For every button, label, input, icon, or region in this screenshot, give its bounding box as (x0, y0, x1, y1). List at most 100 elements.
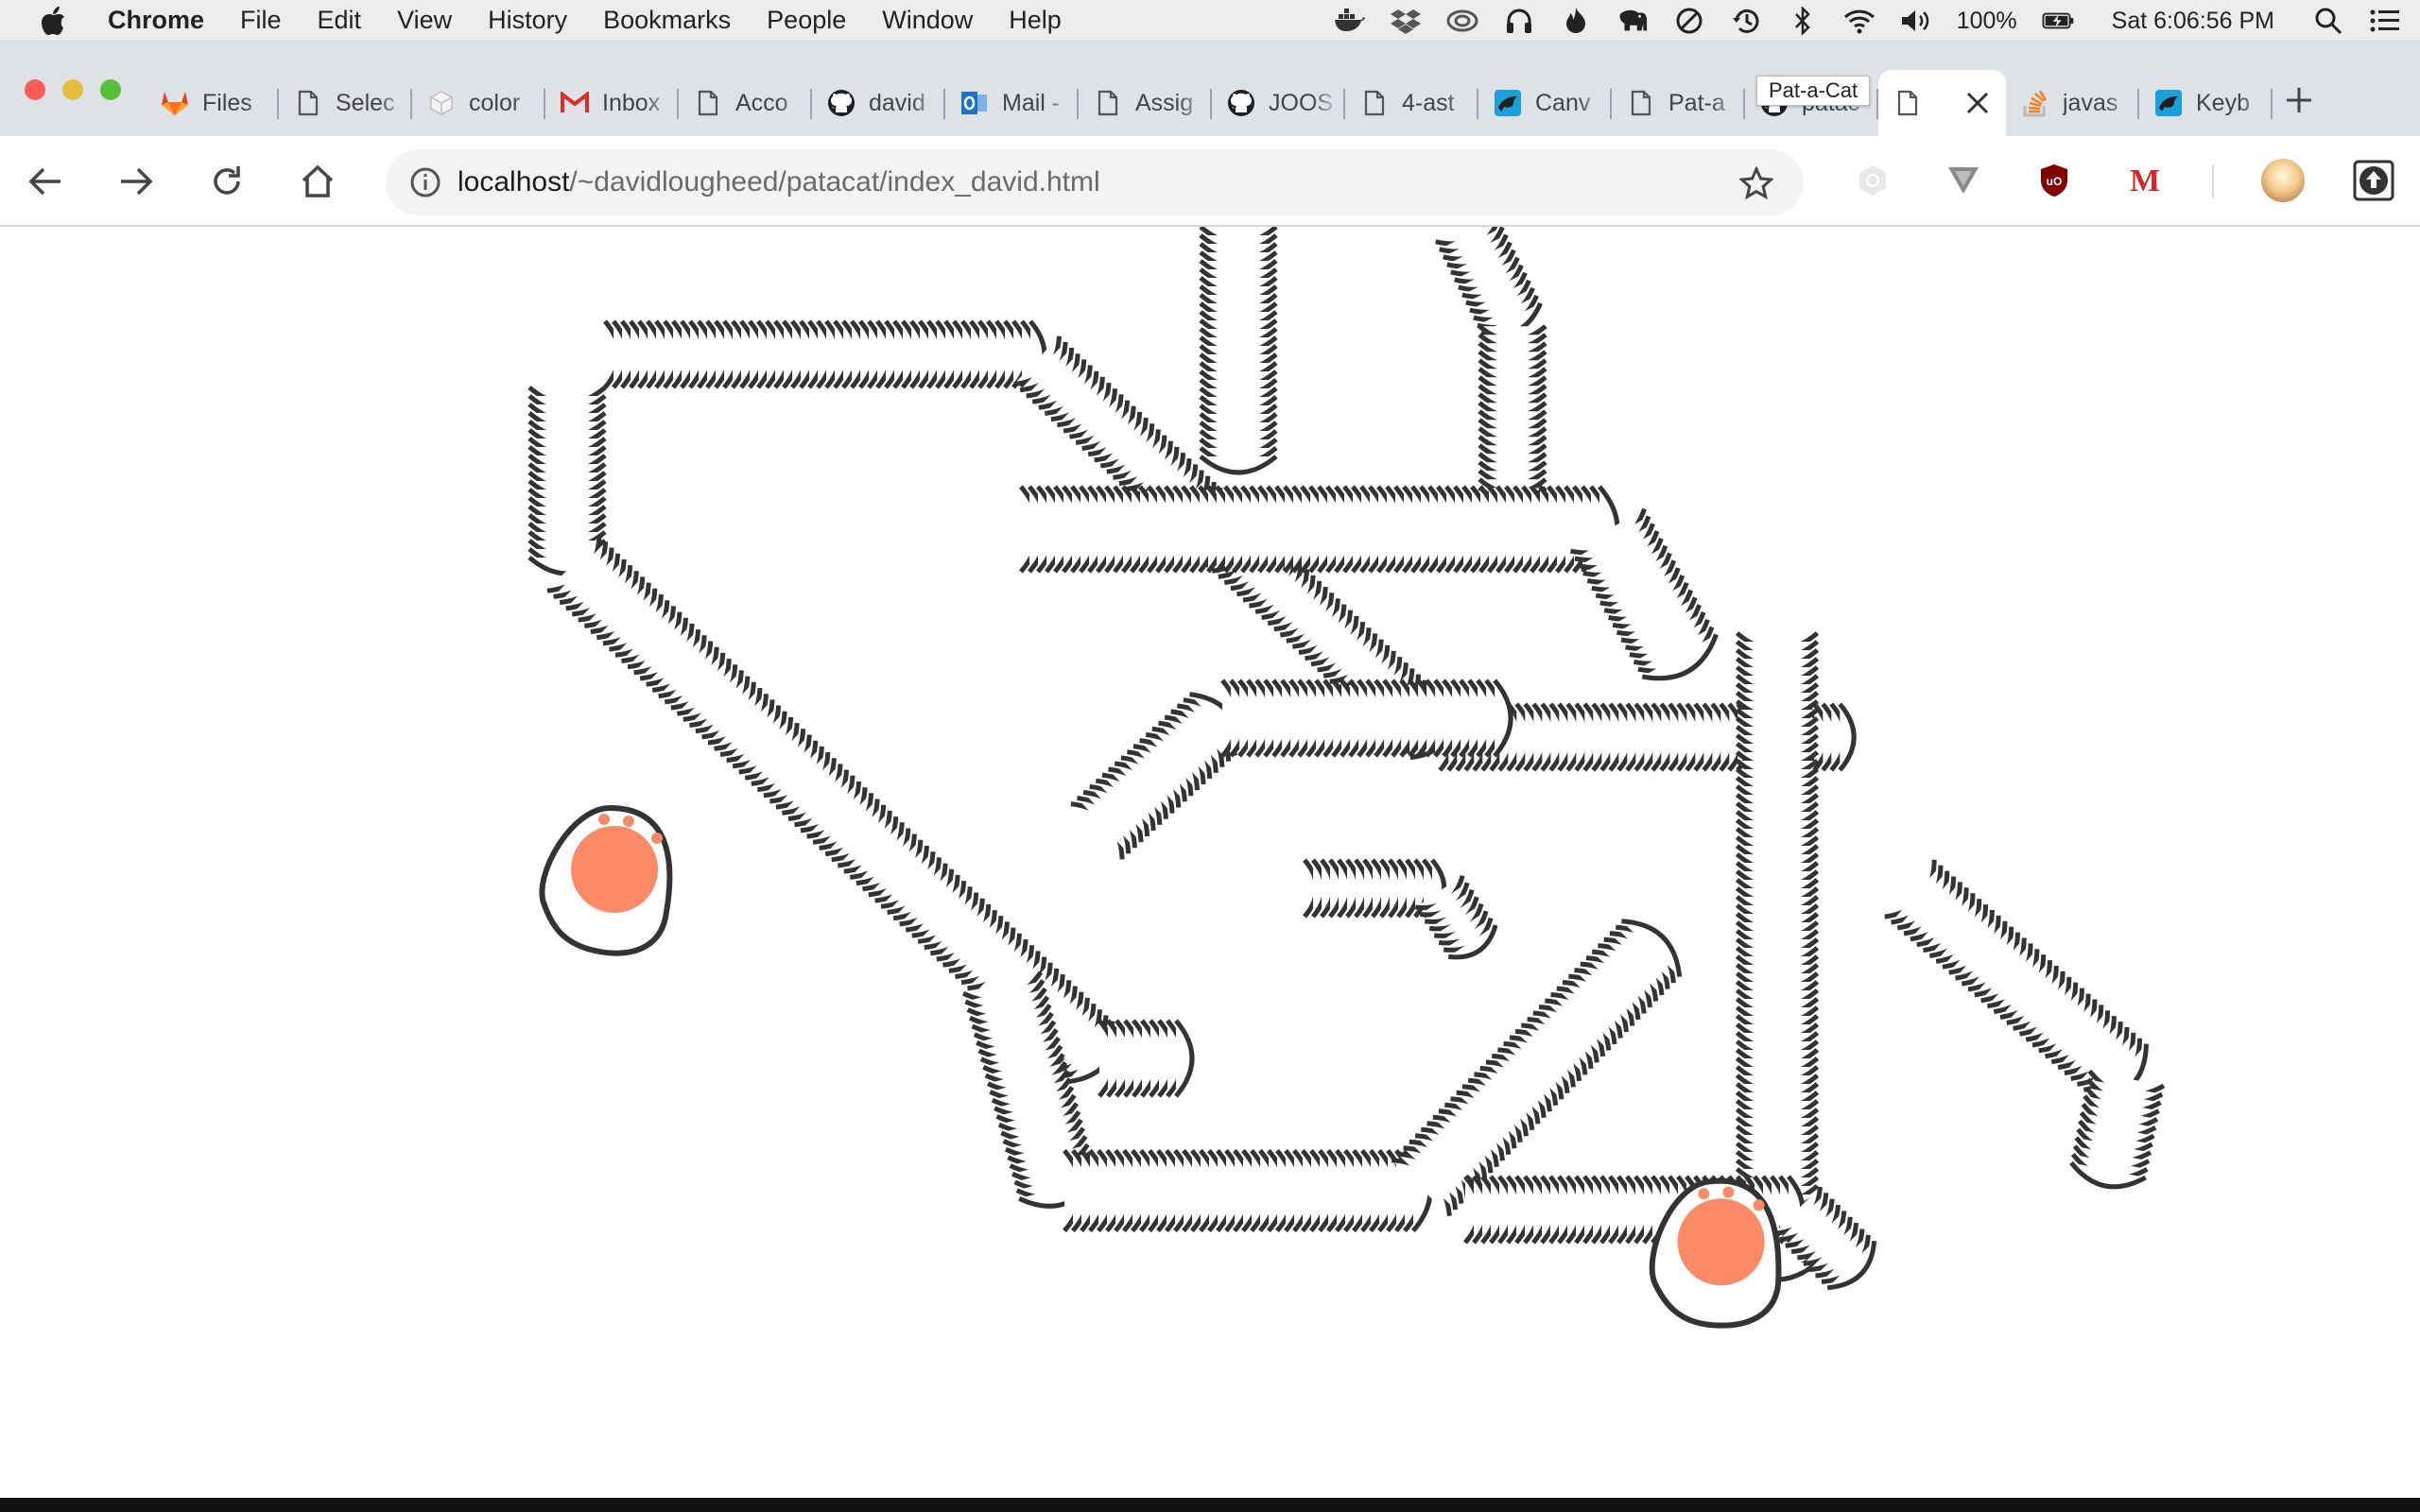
tab-active-pat-a-cat[interactable] (1878, 70, 2006, 136)
docker-icon[interactable] (1333, 7, 1365, 35)
paw-toe (651, 833, 663, 844)
outlook-icon (960, 89, 989, 117)
extension-hex-icon[interactable] (1849, 157, 1896, 204)
elephant-icon[interactable] (1616, 7, 1649, 35)
paw-toe (623, 816, 634, 827)
reload-button[interactable] (204, 159, 250, 204)
tab-javascript[interactable]: javas (2006, 70, 2139, 136)
tab-list: Files Selec color Inbox Acco david Mail … (146, 70, 2273, 136)
tab-acco[interactable]: Acco (679, 70, 812, 136)
dropbox-icon[interactable] (1390, 7, 1422, 35)
maximize-window-button[interactable] (100, 79, 121, 100)
tube-ring (1838, 702, 1857, 772)
extension-v-icon[interactable] (1940, 157, 1987, 204)
bluetooth-icon[interactable] (1787, 7, 1819, 35)
volume-icon[interactable] (1900, 7, 1932, 35)
tab-select[interactable]: Selec (279, 70, 412, 136)
new-tab-button[interactable] (2278, 79, 2320, 121)
tab-title: color (469, 89, 521, 116)
paw-pad (571, 826, 658, 913)
forward-button[interactable] (113, 159, 159, 204)
headphones-icon[interactable] (1503, 7, 1535, 35)
tab-title: david (869, 89, 925, 116)
notification-center-icon[interactable] (2369, 7, 2401, 35)
menu-view[interactable]: View (397, 6, 452, 35)
cube-icon (427, 89, 456, 117)
tube (1303, 858, 1498, 960)
wifi-icon[interactable] (1843, 7, 1876, 35)
document-icon (694, 89, 722, 117)
tab-title: Files (202, 89, 252, 116)
tab-inbox[interactable]: Inbox (545, 70, 679, 136)
address-url[interactable]: localhost/~davidlougheed/patacat/index_d… (458, 166, 1100, 198)
menu-window[interactable]: Window (882, 6, 973, 35)
home-button[interactable] (295, 159, 340, 204)
menu-edit[interactable]: Edit (318, 6, 362, 35)
tab-title: Pat-a (1668, 89, 1725, 116)
tube (1884, 859, 2166, 1190)
tab-files[interactable]: Files (146, 70, 279, 136)
tab-david[interactable]: david (812, 70, 945, 136)
tab-title: Keyb (2196, 89, 2250, 116)
upload-extension-icon[interactable] (2350, 157, 2397, 204)
page-content (0, 227, 2420, 1498)
paw-toe (598, 814, 610, 825)
browser-toolbar: localhost/~davidlougheed/patacat/index_d… (0, 136, 2420, 227)
apple-menu-icon[interactable] (38, 5, 70, 37)
svg-text:uO: uO (2047, 175, 2063, 188)
tab-title: Inbox (602, 89, 661, 116)
tab-color[interactable]: color (412, 70, 545, 136)
tab-title: Mail - (1002, 89, 1061, 116)
close-tab-icon[interactable] (1963, 89, 1992, 117)
cat-paw[interactable] (539, 804, 673, 956)
svg-text:M: M (2130, 164, 2160, 197)
menu-app-name[interactable]: Chrome (108, 6, 204, 35)
menubar-status-area: 100% Sat 6:06:56 PM (1333, 0, 2401, 42)
menu-history[interactable]: History (488, 6, 567, 35)
tab-title: Canv (1535, 89, 1591, 116)
toolbar-divider (2212, 164, 2214, 198)
tab-keyb[interactable]: Keyb (2139, 70, 2273, 136)
pat-a-cat-artwork[interactable] (0, 227, 2420, 1498)
tab-pat-a[interactable]: Pat-a (1612, 70, 1745, 136)
back-button[interactable] (23, 159, 68, 204)
flame-icon[interactable] (1560, 7, 1592, 35)
gitlab-icon (161, 89, 189, 117)
github-icon (827, 89, 856, 117)
screen-bottom-edge (0, 1498, 2420, 1512)
minimize-window-button[interactable] (62, 79, 83, 100)
tab-title: javas (2063, 89, 2118, 116)
cloud-sync-icon[interactable] (1446, 7, 1478, 35)
spotlight-search-icon[interactable] (2312, 7, 2344, 35)
time-machine-icon[interactable] (1730, 7, 1762, 35)
document-icon (1094, 89, 1122, 117)
close-window-button[interactable] (25, 79, 45, 100)
tab-canvas[interactable]: Canv (1478, 70, 1612, 136)
bookmark-star-icon[interactable] (1737, 164, 1775, 202)
gmail-checker-icon[interactable]: M (2121, 157, 2169, 204)
tab-title: 4-ast (1402, 89, 1455, 116)
address-bar[interactable]: localhost/~davidlougheed/patacat/index_d… (386, 149, 1804, 215)
url-path: /~davidlougheed/patacat/index_david.html (569, 166, 1100, 198)
menu-help[interactable]: Help (1009, 6, 1062, 35)
tube (1435, 227, 1547, 522)
menu-people[interactable]: People (767, 6, 846, 35)
menu-bookmarks[interactable]: Bookmarks (603, 6, 731, 35)
tube (1070, 679, 1513, 860)
stackoverflow-icon (2021, 89, 2049, 117)
menubar-clock[interactable]: Sat 6:06:56 PM (2112, 8, 2274, 35)
site-info-icon[interactable] (406, 163, 444, 201)
macos-menubar: Chrome File Edit View History Bookmarks … (0, 0, 2420, 42)
do-not-disturb-icon[interactable] (1673, 7, 1705, 35)
document-icon (1627, 89, 1655, 117)
tab-joos[interactable]: JOOS (1212, 70, 1345, 136)
tube-ring (1199, 455, 1278, 475)
tab-assig[interactable]: Assig (1079, 70, 1212, 136)
battery-charging-icon[interactable] (2042, 7, 2074, 35)
menu-file[interactable]: File (240, 6, 282, 35)
tab-mail[interactable]: Mail - (945, 70, 1079, 136)
github-icon (1227, 89, 1255, 117)
tab-4-ast[interactable]: 4-ast (1345, 70, 1478, 136)
ublock-origin-icon[interactable]: uO (2031, 157, 2078, 204)
profile-avatar[interactable] (2259, 157, 2307, 204)
